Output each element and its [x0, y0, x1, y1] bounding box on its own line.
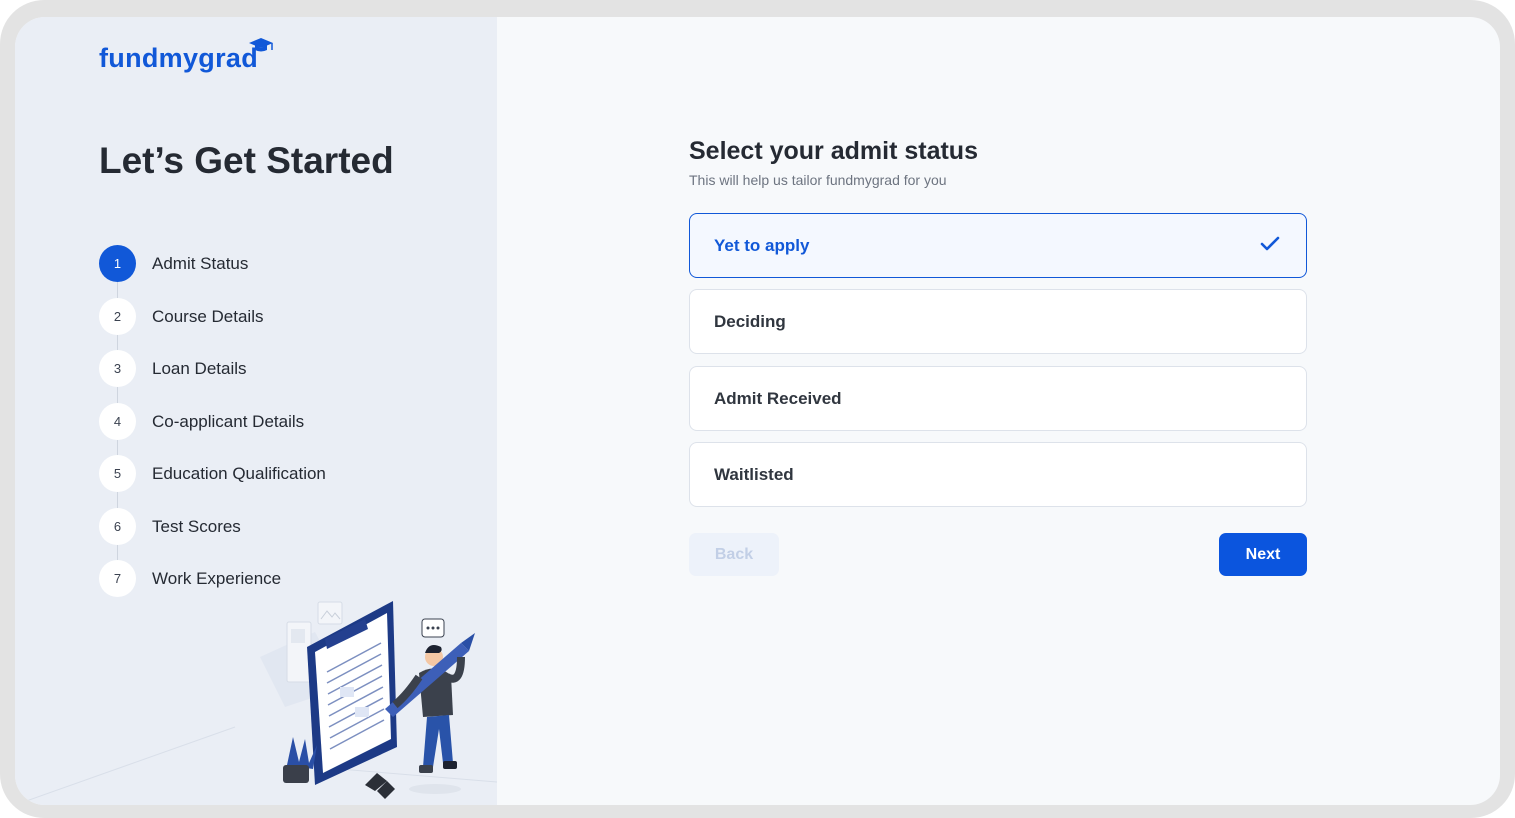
option-deciding[interactable]: Deciding — [689, 289, 1307, 354]
step-education-qualification[interactable]: 5 Education Qualification — [99, 455, 326, 492]
graduation-cap-icon — [249, 38, 273, 52]
option-label: Admit Received — [714, 388, 842, 408]
step-co-applicant-details[interactable]: 4 Co-applicant Details — [99, 403, 304, 440]
back-button[interactable]: Back — [689, 533, 779, 576]
step-test-scores[interactable]: 6 Test Scores — [99, 508, 241, 545]
step-admit-status[interactable]: 1 Admit Status — [99, 245, 248, 282]
step-number: 4 — [99, 403, 136, 440]
option-label: Deciding — [714, 311, 786, 331]
option-label: Yet to apply — [714, 235, 810, 255]
form-subtitle: This will help us tailor fundmygrad for … — [689, 172, 947, 188]
page-headline: Let’s Get Started — [99, 140, 394, 181]
step-number: 3 — [99, 350, 136, 387]
main-content: Select your admit status This will help … — [497, 17, 1500, 805]
option-admit-received[interactable]: Admit Received — [689, 366, 1307, 431]
person-filling-form-illustration — [15, 601, 497, 805]
step-loan-details[interactable]: 3 Loan Details — [99, 350, 247, 387]
step-label: Co-applicant Details — [152, 411, 305, 431]
step-label: Admit Status — [152, 253, 249, 273]
step-course-details[interactable]: 2 Course Details — [99, 298, 264, 335]
next-button[interactable]: Next — [1219, 533, 1307, 576]
sidebar: fundmygrad Let’s Get Started 1 Admit Sta… — [15, 17, 497, 805]
step-label: Course Details — [152, 306, 264, 326]
app-screen: fundmygrad Let’s Get Started 1 Admit Sta… — [15, 17, 1500, 805]
brand-logo: fundmygrad — [99, 43, 259, 73]
option-label: Waitlisted — [714, 464, 794, 484]
step-number: 5 — [99, 455, 136, 492]
step-label: Education Qualification — [152, 463, 326, 483]
option-waitlisted[interactable]: Waitlisted — [689, 442, 1307, 507]
step-number: 6 — [99, 508, 136, 545]
step-number: 2 — [99, 298, 136, 335]
step-number: 1 — [99, 245, 136, 282]
option-yet-to-apply[interactable]: Yet to apply — [689, 213, 1307, 278]
step-label: Test Scores — [152, 516, 241, 536]
step-label: Loan Details — [152, 358, 247, 378]
checkmark-icon — [1260, 236, 1280, 251]
form-title: Select your admit status — [689, 137, 978, 165]
device-frame: fundmygrad Let’s Get Started 1 Admit Sta… — [0, 0, 1515, 818]
